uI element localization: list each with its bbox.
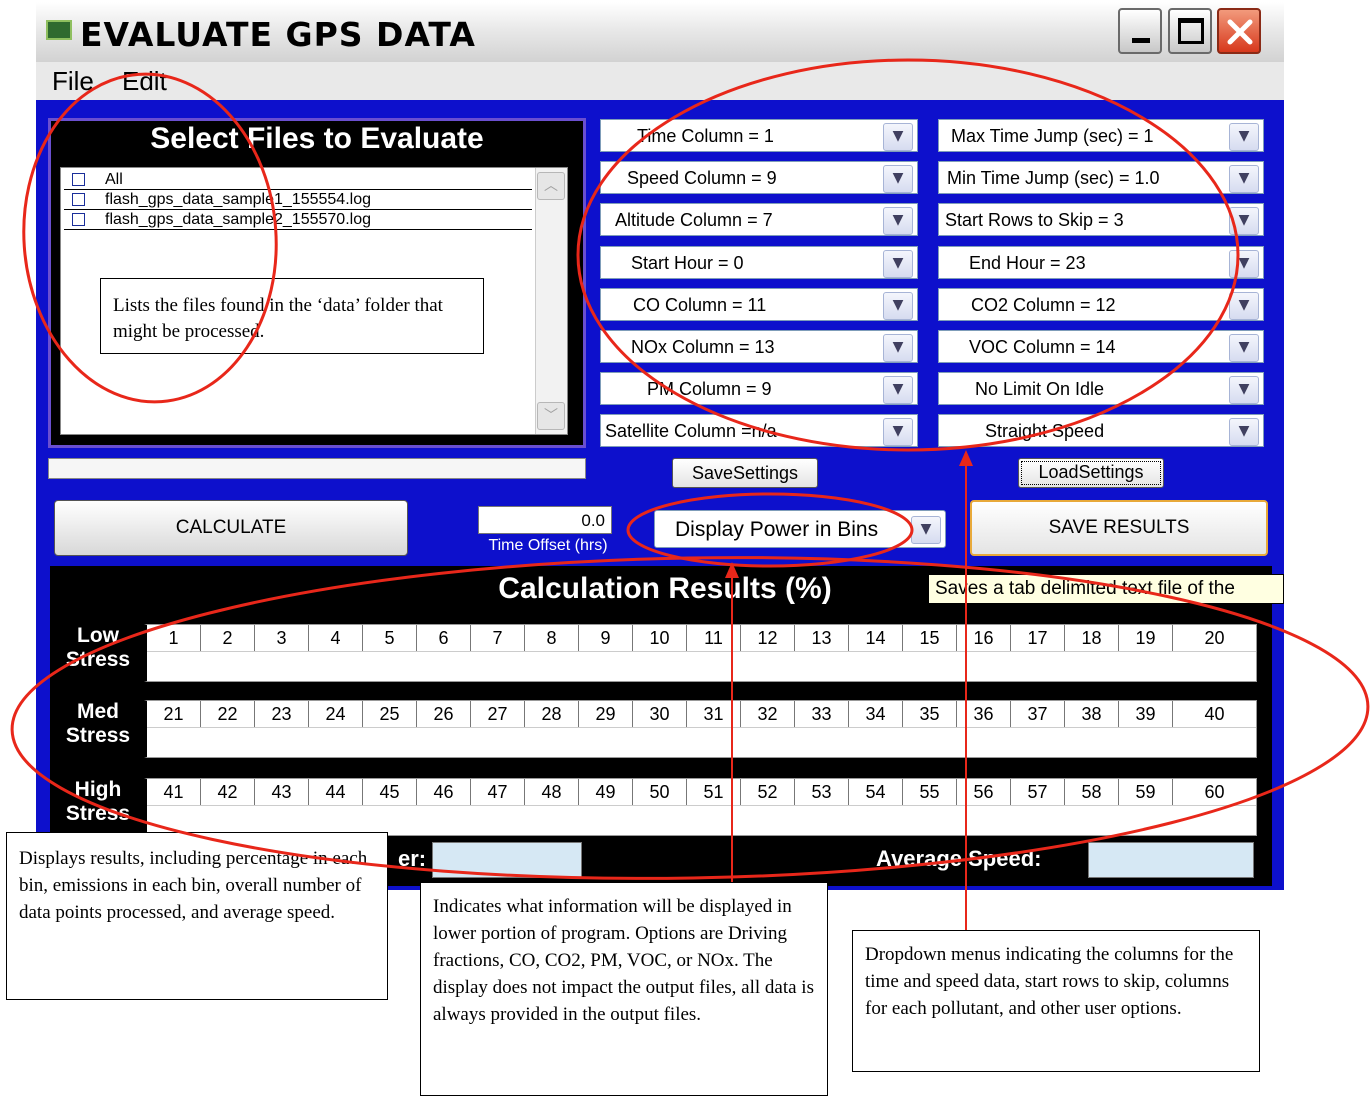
highlight-file-list — [22, 72, 278, 404]
highlight-dropdowns — [576, 58, 1240, 452]
annotation-overlay — [10, 58, 1370, 930]
highlight-results — [10, 556, 1370, 880]
highlight-display-mode — [626, 492, 914, 568]
arrowhead-dropdowns — [959, 450, 973, 466]
